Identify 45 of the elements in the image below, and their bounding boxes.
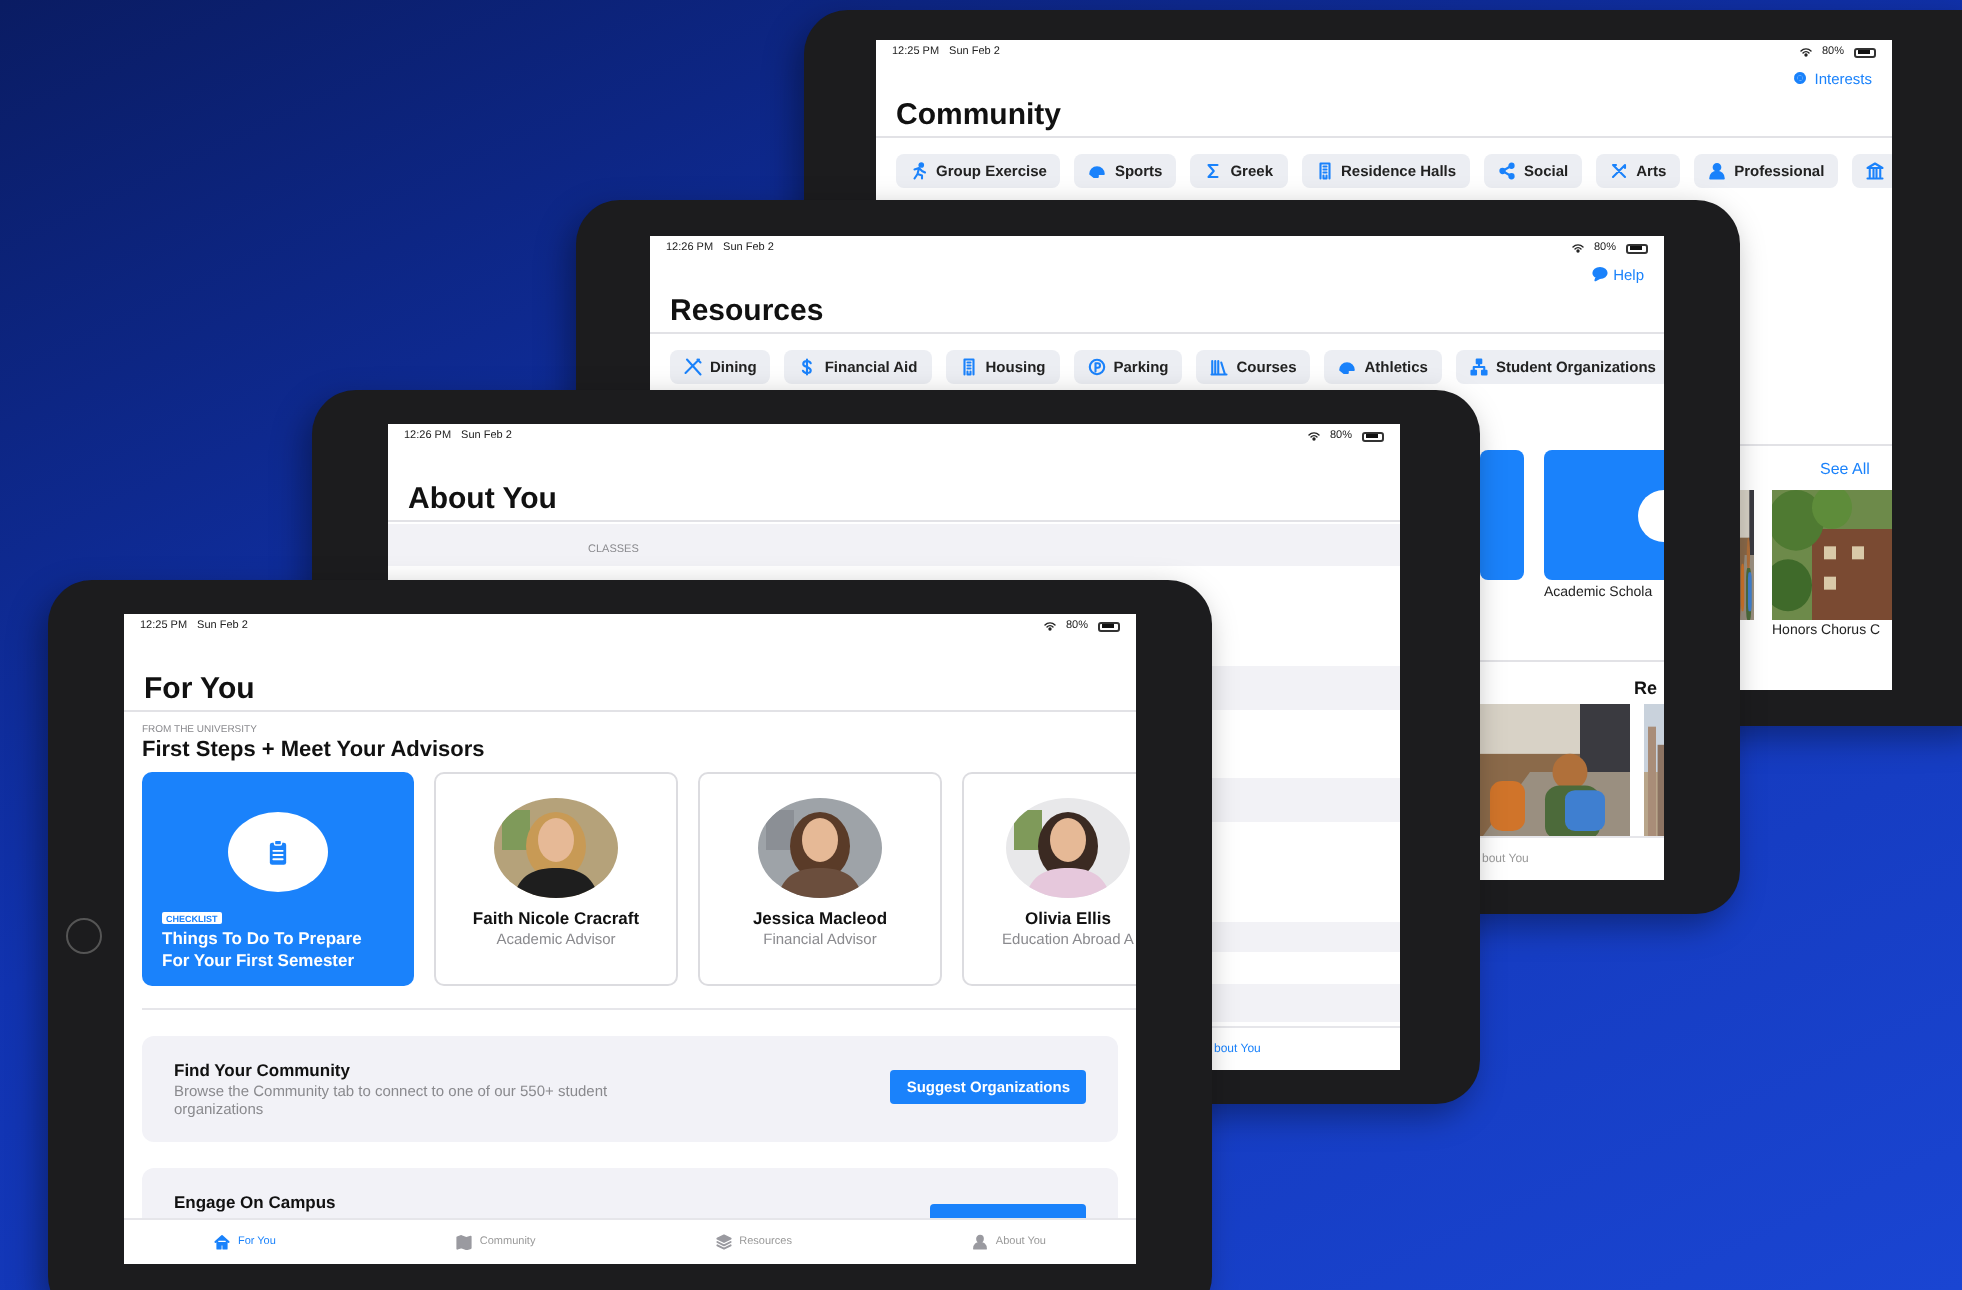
wifi-icon	[1571, 242, 1584, 254]
screen-title: About You	[408, 481, 557, 515]
clipboard-icon	[264, 838, 292, 866]
books-icon	[1210, 358, 1229, 376]
panel-title: Find Your Community	[174, 1060, 352, 1080]
building-icon	[959, 358, 978, 376]
wifi-icon	[1307, 430, 1320, 442]
screen-title: For You	[144, 671, 255, 705]
stack-icon	[715, 1234, 732, 1250]
section-title: First Steps + Meet Your Advisors	[140, 736, 487, 762]
screen-title: Community	[896, 97, 1061, 131]
battery-icon	[1854, 47, 1876, 57]
parking-icon	[1087, 358, 1106, 376]
sigma-icon	[1204, 162, 1223, 180]
map-icon	[455, 1234, 472, 1250]
advisor-name: Faith Nicole Cracraft	[472, 908, 640, 928]
share-icon	[1498, 162, 1517, 180]
panel-title: Engage On Campus	[174, 1192, 338, 1212]
see-all-link[interactable]: See All	[1820, 460, 1870, 478]
wifi-icon	[1799, 46, 1812, 58]
crossed-tools-icon	[1610, 162, 1629, 180]
section-title: Re	[1634, 678, 1658, 698]
org-chart-icon	[1469, 358, 1488, 376]
dollar-icon	[798, 358, 817, 376]
house-icon	[213, 1234, 230, 1250]
card-title: Things To Do To Prepare For Your First Semester	[162, 928, 364, 971]
columns-icon	[1866, 162, 1885, 180]
advisor-name: Jessica Macleod	[752, 908, 888, 928]
building-icon	[1315, 162, 1333, 180]
chat-bubble-icon	[1591, 266, 1608, 282]
helmet-icon	[1088, 162, 1107, 180]
runner-icon	[910, 162, 928, 180]
battery-icon	[1098, 621, 1120, 631]
wifi-icon	[1043, 620, 1056, 632]
home-button[interactable]	[66, 918, 102, 954]
helmet-icon	[1338, 358, 1357, 376]
person-icon	[971, 1234, 988, 1250]
category-tile[interactable]	[1480, 450, 1524, 580]
screen-title: Resources	[670, 293, 824, 327]
category-tile[interactable]	[1544, 450, 1664, 580]
advisor-name: Olivia Ellis	[1025, 908, 1111, 928]
battery-icon	[1362, 431, 1384, 441]
utensils-icon	[684, 358, 702, 376]
battery-icon	[1626, 243, 1648, 253]
person-icon	[1708, 162, 1727, 180]
